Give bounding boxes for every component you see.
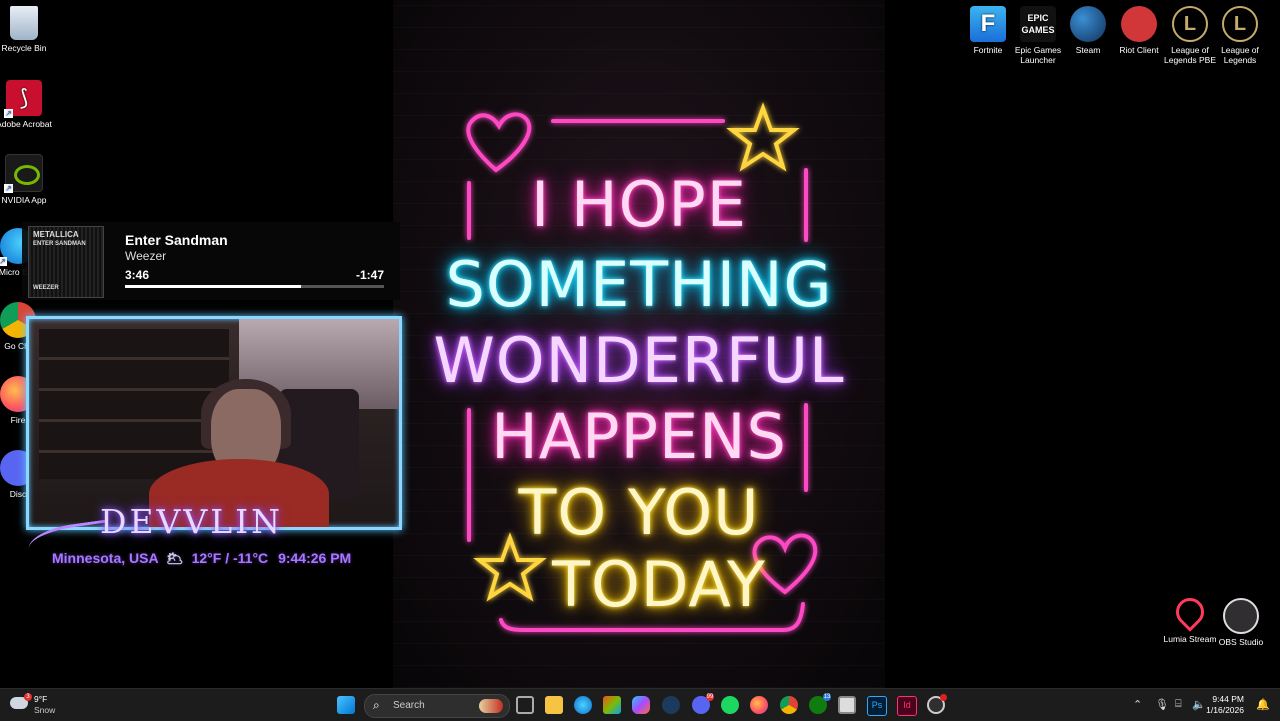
- search-highlight-icon: [479, 699, 503, 713]
- elapsed-time: 3:46: [125, 268, 150, 282]
- nvidia-icon: ↗: [4, 154, 43, 193]
- streamer-brand: DEVVLIN: [100, 502, 284, 541]
- photoshop-icon[interactable]: Ps: [867, 696, 887, 716]
- xbox-icon[interactable]: 13: [809, 693, 831, 714]
- desktop-icon-label: League of Legends: [1221, 45, 1259, 65]
- wallpaper-line-3: WONDERFUL: [433, 324, 845, 397]
- heart-shape: [466, 112, 532, 173]
- desktop-icon-recycle-bin[interactable]: Recycle Bin: [0, 6, 54, 53]
- track-title: Enter Sandman: [125, 232, 228, 248]
- file-explorer-icon[interactable]: [545, 696, 563, 714]
- album-art-footer: WEEZER: [33, 285, 59, 291]
- steam-icon: [1070, 6, 1106, 42]
- spotify-icon[interactable]: [721, 696, 739, 714]
- desktop-icon-label: OBS Studio: [1218, 637, 1264, 647]
- discord-badge: 99: [706, 693, 714, 701]
- progress-fill: [125, 285, 302, 288]
- location-text: Minnesota, USA: [52, 550, 159, 566]
- wallpaper-line-1: I HOPE: [531, 168, 747, 241]
- temperature-text: 12°F / -11°C: [191, 550, 269, 566]
- edge-icon[interactable]: [574, 696, 592, 714]
- album-art-title: ENTER SANDMAN: [33, 241, 86, 247]
- wallpaper-line-4: HAPPENS: [491, 400, 787, 473]
- chevron-up-icon[interactable]: ⌃: [1133, 698, 1142, 711]
- desktop-icon-label: NVIDIA App: [1, 195, 47, 205]
- acrobat-icon: ⟆ ↗: [4, 80, 42, 118]
- star-shape: [726, 102, 800, 172]
- cloud-icon: 🌥: [165, 550, 184, 566]
- overlay-time: 9:44:26 PM: [278, 550, 352, 566]
- firefox-icon[interactable]: [750, 696, 768, 714]
- desktop-icon-obs-studio[interactable]: OBS Studio: [1211, 598, 1271, 647]
- microphone-icon[interactable]: 🎙: [1155, 698, 1169, 711]
- weather-temp: 9°F: [34, 694, 48, 704]
- task-view-icon[interactable]: [516, 696, 534, 714]
- copilot-icon[interactable]: [632, 696, 650, 714]
- desktop-icon-nvidia-app[interactable]: ↗ NVIDIA App: [0, 154, 54, 205]
- search-placeholder: Search: [393, 700, 425, 711]
- discord-icon[interactable]: 99: [692, 693, 714, 714]
- lumia-stream-icon: [1170, 592, 1210, 632]
- recording-dot-icon: [940, 694, 947, 701]
- desktop-icon-lol[interactable]: L League of Legends: [1210, 6, 1270, 65]
- league-of-legends-icon: L: [1172, 6, 1208, 42]
- fortnite-icon: F: [970, 6, 1006, 42]
- indesign-icon[interactable]: Id: [897, 696, 917, 716]
- search-icon: ⌕: [373, 698, 380, 712]
- notification-bell-icon[interactable]: 🔔: [1256, 698, 1270, 711]
- weather-desc: Snow: [34, 705, 56, 715]
- remaining-time: -1:47: [355, 268, 384, 282]
- location-bar: Minnesota, USA 🌥 12°F / -11°C 9:44:26 PM: [52, 550, 351, 567]
- clock-date: 1/16/2026: [1206, 705, 1244, 715]
- taskbar-clock[interactable]: 9:44 PM 1/16/2026: [1206, 694, 1244, 716]
- volume-icon[interactable]: 🔈: [1192, 698, 1206, 711]
- desktop-icon-adobe-acrobat[interactable]: ⟆ ↗ Adobe Acrobat: [0, 80, 54, 129]
- epic-games-icon: EPIC GAMES: [1020, 6, 1056, 42]
- chrome-icon[interactable]: [780, 696, 798, 714]
- webcam-overlay: [26, 316, 402, 530]
- album-art: METALLICA ENTER SANDMAN WEEZER: [28, 226, 104, 298]
- track-artist: Weezer: [125, 249, 167, 263]
- store-icon[interactable]: [603, 696, 621, 714]
- search-box[interactable]: ⌕ Search: [364, 694, 510, 718]
- background-shelf: [39, 329, 229, 479]
- recycle-bin-icon: [10, 6, 38, 40]
- wallpaper-line-2: SOMETHING: [445, 248, 833, 321]
- desktop-icon-label: Recycle Bin: [1, 43, 47, 53]
- snipping-icon[interactable]: [838, 696, 856, 714]
- now-playing-widget: METALLICA ENTER SANDMAN WEEZER Enter San…: [22, 222, 400, 300]
- wallpaper-line-6: TODAY: [552, 548, 766, 621]
- obs-icon: [1223, 598, 1259, 634]
- league-of-legends-icon: L: [1222, 6, 1258, 42]
- desktop-icon-label: Adobe Acrobat: [0, 119, 52, 129]
- riot-client-icon: [1121, 6, 1157, 42]
- wallpaper: I HOPE SOMETHING WONDERFUL HAPPENS TO YO…: [393, 0, 885, 688]
- taskbar: 3 9°F Snow ⌕ Search 99 13 Ps Id ⌃ 🎙 ⌸ 🔈 …: [0, 688, 1280, 721]
- xbox-badge: 13: [823, 693, 831, 701]
- wallpaper-line-5: TO YOU: [518, 476, 760, 549]
- album-art-band: METALLICA: [33, 230, 79, 239]
- network-icon[interactable]: ⌸: [1175, 698, 1182, 711]
- start-button[interactable]: [337, 696, 355, 714]
- steam-icon[interactable]: [662, 696, 680, 714]
- obs-icon[interactable]: [927, 694, 947, 714]
- clock-time: 9:44 PM: [1212, 694, 1244, 704]
- progress-bar: [125, 285, 384, 288]
- weather-badge: 3: [24, 693, 32, 701]
